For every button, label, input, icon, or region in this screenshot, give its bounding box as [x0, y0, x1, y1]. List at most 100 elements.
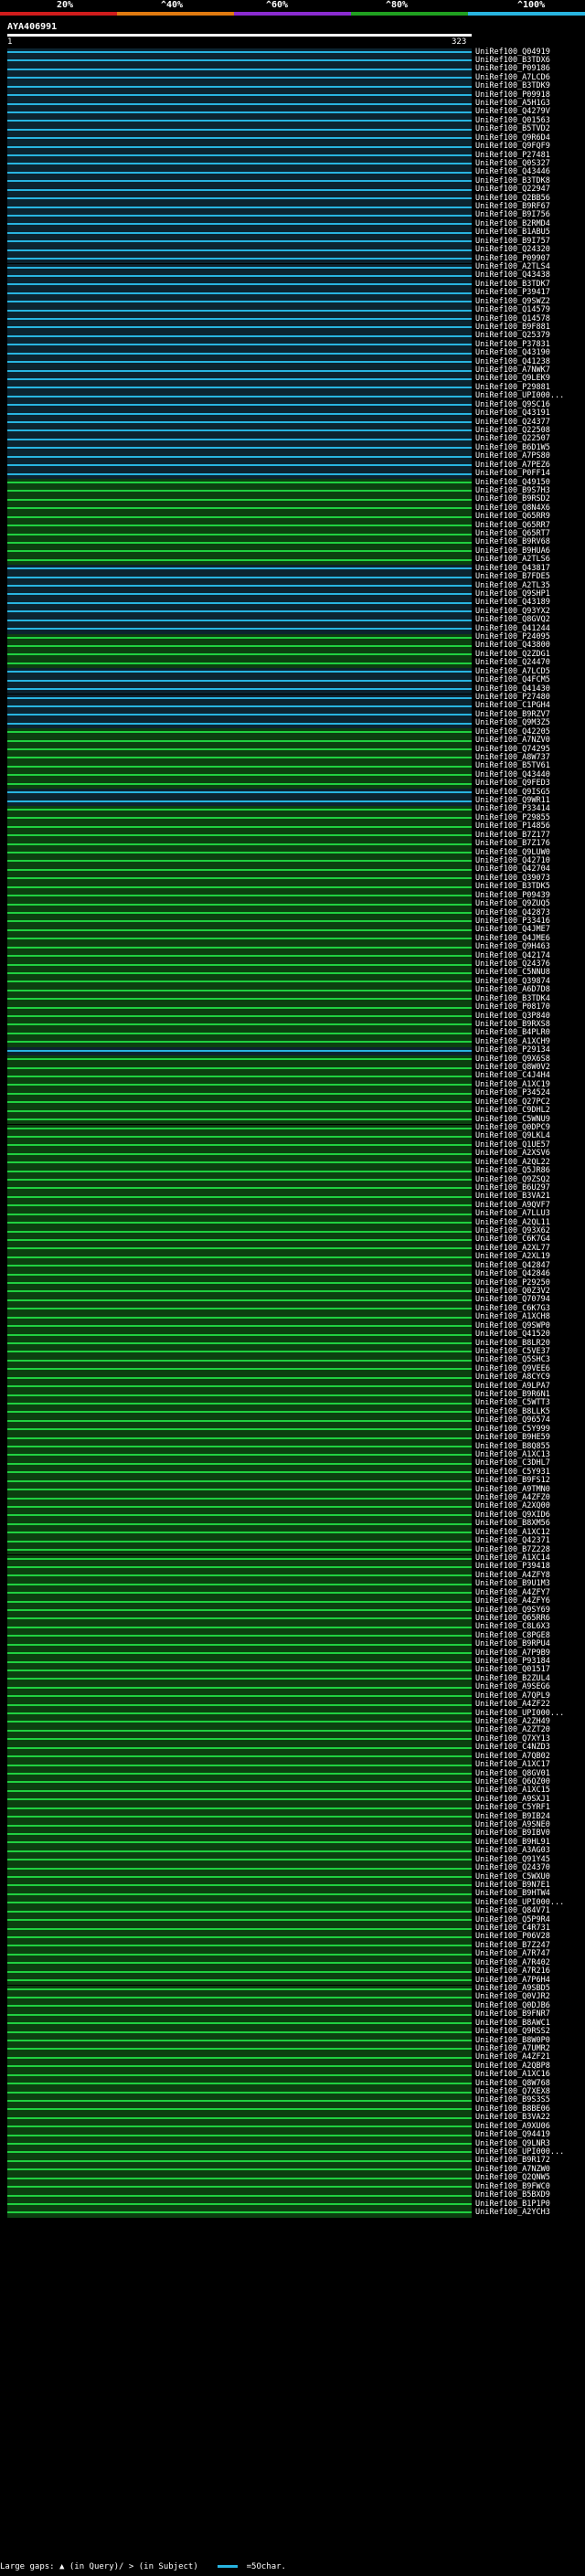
hit-label[interactable]: UniRef100_P34524 — [475, 1089, 550, 1097]
hit-row[interactable] — [7, 2191, 472, 2200]
hit-row[interactable] — [7, 2037, 472, 2046]
hit-label[interactable]: UniRef100_B1ABU5 — [475, 228, 550, 237]
hit-row[interactable] — [7, 1399, 472, 1409]
hit-label[interactable]: UniRef100_B8XM56 — [475, 1520, 550, 1528]
hit-row[interactable] — [7, 1666, 472, 1676]
hit-row[interactable] — [7, 978, 472, 987]
hit-row[interactable] — [7, 1408, 472, 1417]
hit-row[interactable] — [7, 1864, 472, 1874]
hit-row[interactable] — [7, 1821, 472, 1830]
hit-row[interactable] — [7, 1245, 472, 1254]
hit-row[interactable] — [7, 152, 472, 161]
hit-row[interactable] — [7, 1924, 472, 1934]
hit-row[interactable] — [7, 419, 472, 428]
hit-row[interactable] — [7, 444, 472, 453]
hit-row[interactable] — [7, 2157, 472, 2167]
hit-label[interactable]: UniRef100_A4ZF22 — [475, 1701, 550, 1709]
hit-row[interactable] — [7, 685, 472, 694]
hit-row[interactable] — [7, 2080, 472, 2089]
hit-row[interactable] — [7, 1262, 472, 1271]
hit-row[interactable] — [7, 1967, 472, 1977]
hit-label[interactable]: UniRef100_B9FS12 — [475, 1477, 550, 1485]
hit-label[interactable]: UniRef100_P29134 — [475, 1046, 550, 1055]
hit-label[interactable]: UniRef100_A1XC17 — [475, 1761, 550, 1769]
hit-row[interactable] — [7, 1959, 472, 1968]
hit-label[interactable]: UniRef100_A2XSV6 — [475, 1150, 550, 1158]
hit-label[interactable]: UniRef100_A7PS80 — [475, 452, 550, 461]
hit-row[interactable] — [7, 1116, 472, 1125]
hit-row[interactable] — [7, 1132, 472, 1142]
hit-row[interactable] — [7, 832, 472, 841]
hit-row[interactable] — [7, 1021, 472, 1030]
hit-row[interactable] — [7, 1718, 472, 1727]
hit-row[interactable] — [7, 1468, 472, 1478]
hit-label[interactable]: UniRef100_Q42371 — [475, 1537, 550, 1545]
hit-row[interactable] — [7, 435, 472, 445]
hit-row[interactable] — [7, 2096, 472, 2106]
hit-row[interactable] — [7, 1227, 472, 1236]
hit-label[interactable]: UniRef100_B5TVD2 — [475, 125, 550, 133]
hit-row[interactable] — [7, 883, 472, 893]
hit-row[interactable] — [7, 565, 472, 574]
hit-row[interactable] — [7, 504, 472, 514]
hit-label[interactable]: UniRef100_Q9H463 — [475, 943, 550, 951]
hit-row[interactable] — [7, 1270, 472, 1280]
hit-row[interactable] — [7, 479, 472, 488]
hit-row[interactable] — [7, 341, 472, 350]
hit-row[interactable] — [7, 2131, 472, 2141]
hit-row[interactable] — [7, 789, 472, 798]
hit-label[interactable]: UniRef100_Q65RR9 — [475, 513, 550, 521]
hit-row[interactable] — [7, 728, 472, 737]
hit-row[interactable] — [7, 2002, 472, 2011]
hit-label[interactable]: UniRef100_B9FNR7 — [475, 2010, 550, 2019]
hit-row[interactable] — [7, 1744, 472, 1754]
hit-row[interactable] — [7, 1235, 472, 1246]
hit-row[interactable] — [7, 1124, 472, 1133]
hit-row[interactable] — [7, 366, 472, 376]
hit-label[interactable]: UniRef100_Q42846 — [475, 1270, 550, 1278]
hit-row[interactable] — [7, 779, 472, 790]
hit-label[interactable]: UniRef100_P08170 — [475, 1003, 550, 1012]
hit-row[interactable] — [7, 409, 472, 419]
hit-row[interactable] — [7, 306, 472, 315]
hit-label[interactable]: UniRef100_Q5JR86 — [475, 1167, 550, 1175]
hit-row[interactable] — [7, 1055, 472, 1065]
hit-label[interactable]: UniRef100_Q5SHC3 — [475, 1356, 550, 1364]
hit-label[interactable]: UniRef100_A1XCH8 — [475, 1313, 550, 1321]
hit-label[interactable]: UniRef100_P0FF14 — [475, 470, 550, 478]
hit-row[interactable] — [7, 1330, 472, 1340]
hit-row[interactable] — [7, 822, 472, 832]
hit-label[interactable]: UniRef100_P39417 — [475, 289, 550, 297]
hit-label[interactable]: UniRef100_UPI000... — [475, 392, 564, 400]
hit-row[interactable] — [7, 91, 472, 101]
hit-label[interactable]: UniRef100_A3AG03 — [475, 1847, 550, 1855]
hit-row[interactable] — [7, 849, 472, 858]
hit-row[interactable] — [7, 1003, 472, 1013]
hit-label[interactable]: UniRef100_Q9ZUQ5 — [475, 900, 550, 908]
hit-label[interactable]: UniRef100_Q4FCM5 — [475, 676, 550, 684]
hit-row[interactable] — [7, 900, 472, 909]
hit-label[interactable]: UniRef100_B7FDE5 — [475, 573, 550, 581]
hit-row[interactable] — [7, 1046, 472, 1056]
hit-label[interactable]: UniRef100_Q41520 — [475, 1330, 550, 1339]
hit-label[interactable]: UniRef100_Q9FED3 — [475, 779, 550, 788]
hit-row[interactable] — [7, 289, 472, 299]
hit-row[interactable] — [7, 1796, 472, 1805]
hit-row[interactable] — [7, 1253, 472, 1263]
hit-row[interactable] — [7, 298, 472, 307]
hit-row[interactable] — [7, 1899, 472, 1908]
hit-label[interactable]: UniRef100_C5YRF1 — [475, 1804, 550, 1812]
hit-label[interactable]: UniRef100_C9DHL2 — [475, 1107, 550, 1115]
hit-row[interactable] — [7, 1434, 472, 1444]
hit-row[interactable] — [7, 952, 472, 961]
hit-row[interactable] — [7, 1847, 472, 1857]
hit-row[interactable] — [7, 1348, 472, 1357]
hit-row[interactable] — [7, 857, 472, 866]
hit-row[interactable] — [7, 1632, 472, 1641]
hit-row[interactable] — [7, 625, 472, 634]
hit-row[interactable] — [7, 2200, 472, 2210]
hit-row[interactable] — [7, 1770, 472, 1779]
hit-row[interactable] — [7, 1081, 472, 1090]
hit-row[interactable] — [7, 160, 472, 169]
hit-row[interactable] — [7, 522, 472, 531]
